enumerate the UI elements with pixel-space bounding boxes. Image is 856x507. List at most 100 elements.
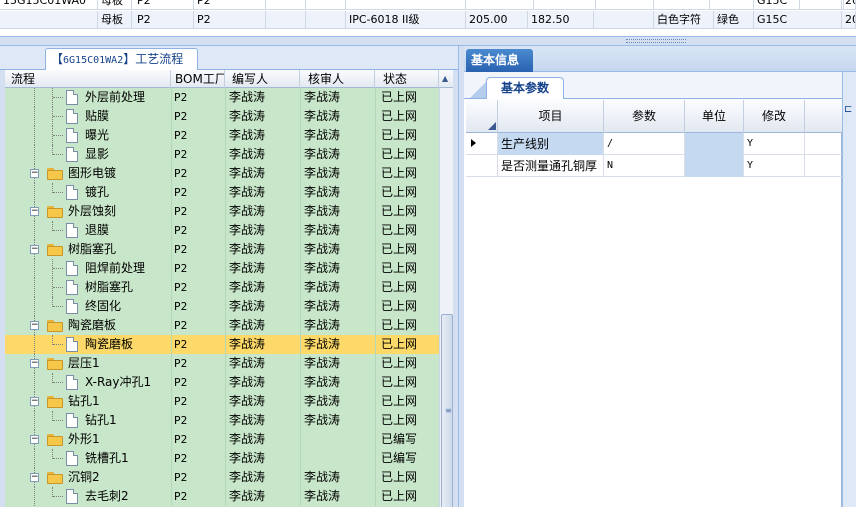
scrollbar-thumb[interactable]: ≡ [441, 314, 453, 507]
writer-cell[interactable]: 李战涛 [225, 487, 300, 506]
top-grid-cell[interactable]: G15C [754, 11, 842, 29]
bom-cell[interactable]: P2 [171, 449, 225, 468]
select-all-icon[interactable] [488, 122, 496, 130]
reviewer-cell[interactable]: 李战涛 [300, 411, 375, 430]
tree-node-cell[interactable]: − 树脂塞孔 [5, 240, 171, 259]
bom-cell[interactable]: P2 [171, 202, 225, 221]
bom-cell[interactable]: P2 [171, 183, 225, 202]
reviewer-cell[interactable] [300, 449, 375, 468]
bom-cell[interactable]: P2 [171, 430, 225, 449]
collapse-toggle-icon[interactable]: − [30, 207, 39, 216]
parameter-row[interactable]: 是否测量通孔铜厚 N Y [466, 155, 842, 177]
bom-cell[interactable]: P2 [171, 164, 225, 183]
column-header-reviewer[interactable]: 核审人 [300, 70, 375, 88]
reviewer-cell[interactable] [300, 430, 375, 449]
bom-cell[interactable]: P2 [171, 240, 225, 259]
parameter-row[interactable]: 生产线别 / Y [466, 133, 842, 155]
tree-row[interactable]: 树脂塞孔 P2 李战涛 李战涛 已上网 [5, 278, 439, 297]
column-header-item[interactable]: 项目 [498, 100, 604, 133]
status-cell[interactable]: 已上网 [375, 88, 439, 107]
status-cell[interactable]: 已上网 [375, 354, 439, 373]
top-grid-cell[interactable] [346, 0, 466, 10]
tree-row[interactable]: − 图形电镀 P2 李战涛 李战涛 已上网 [5, 164, 439, 183]
writer-cell[interactable]: 李战涛 [225, 107, 300, 126]
status-cell[interactable]: 已上网 [375, 335, 439, 354]
tree-node-cell[interactable]: − 外层蚀刻 [5, 202, 171, 221]
top-grid-cell[interactable]: 20 [842, 11, 856, 29]
horizontal-splitter[interactable] [0, 36, 856, 46]
status-cell[interactable]: 已上网 [375, 202, 439, 221]
tree-row[interactable]: 阻焊前处理 P2 李战涛 李战涛 已上网 [5, 259, 439, 278]
column-header-status[interactable]: 状态 [375, 70, 439, 88]
tree-vertical-scrollbar[interactable]: ≡ [439, 88, 453, 507]
tab-process-flow[interactable]: 【6G15C01WA2】工艺流程 [45, 48, 198, 70]
top-grid-cell[interactable] [266, 0, 306, 10]
top-grid-cell[interactable] [596, 0, 654, 10]
bom-cell[interactable]: P2 [171, 221, 225, 240]
reviewer-cell[interactable]: 李战涛 [300, 373, 375, 392]
status-cell[interactable]: 已上网 [375, 145, 439, 164]
bom-cell[interactable]: P2 [171, 373, 225, 392]
reviewer-cell[interactable]: 李战涛 [300, 354, 375, 373]
writer-cell[interactable]: 李战涛 [225, 126, 300, 145]
param-unit-cell[interactable] [685, 133, 744, 155]
row-selector[interactable] [466, 155, 498, 177]
bom-cell[interactable]: P2 [171, 278, 225, 297]
top-grid-cell[interactable] [306, 0, 346, 10]
reviewer-cell[interactable]: 李战涛 [300, 221, 375, 240]
bom-cell[interactable]: P2 [171, 297, 225, 316]
param-item-cell[interactable]: 是否测量通孔铜厚 [498, 155, 604, 177]
tree-row[interactable]: 外层前处理 P2 李战涛 李战涛 已上网 [5, 88, 439, 107]
bom-cell[interactable]: P2 [171, 88, 225, 107]
tab-basic-info[interactable]: 基本信息 [466, 49, 533, 72]
collapse-toggle-icon[interactable]: − [30, 473, 39, 482]
status-cell[interactable]: 已上网 [375, 411, 439, 430]
top-grid-cell[interactable]: 205.00 [466, 11, 528, 29]
collapse-toggle-icon[interactable]: − [30, 359, 39, 368]
tree-row[interactable]: 镀孔 P2 李战涛 李战涛 已上网 [5, 183, 439, 202]
status-cell[interactable]: 已上网 [375, 373, 439, 392]
tree-row[interactable]: − 钻孔1 P2 李战涛 李战涛 已上网 [5, 392, 439, 411]
row-selector[interactable] [466, 133, 498, 155]
tree-row[interactable]: 陶瓷磨板 P2 李战涛 李战涛 已上网 [5, 335, 439, 354]
tree-row[interactable]: − 沉铜2 P2 李战涛 李战涛 已上网 [5, 468, 439, 487]
top-grid-cell[interactable]: 20 [842, 0, 856, 10]
status-cell[interactable]: 已上网 [375, 107, 439, 126]
tree-row[interactable]: 退膜 P2 李战涛 李战涛 已上网 [5, 221, 439, 240]
top-grid-cell[interactable]: 白色字符 [654, 11, 714, 29]
tree-node-cell[interactable]: 贴膜 [5, 107, 171, 126]
reviewer-cell[interactable]: 李战涛 [300, 335, 375, 354]
tree-node-cell[interactable]: 曝光 [5, 126, 171, 145]
param-modify-cell[interactable]: Y [744, 155, 805, 177]
tree-node-cell[interactable]: − 沉铜2 [5, 468, 171, 487]
column-header-modify[interactable]: 修改 [744, 100, 805, 133]
bom-cell[interactable]: P2 [171, 354, 225, 373]
writer-cell[interactable]: 李战涛 [225, 145, 300, 164]
top-grid-cell[interactable] [306, 11, 346, 29]
status-cell[interactable]: 已上网 [375, 316, 439, 335]
tree-node-cell[interactable]: 树脂塞孔 [5, 278, 171, 297]
status-cell[interactable]: 已编写 [375, 449, 439, 468]
tree-node-cell[interactable]: 去毛刺2 [5, 487, 171, 506]
param-item-cell[interactable]: 生产线别 [498, 133, 604, 155]
writer-cell[interactable]: 李战涛 [225, 221, 300, 240]
collapse-toggle-icon[interactable]: − [30, 245, 39, 254]
reviewer-cell[interactable]: 李战涛 [300, 297, 375, 316]
top-grid-cell[interactable] [466, 0, 534, 10]
top-grid-cell[interactable]: 绿色 [714, 11, 754, 29]
tree-row[interactable]: − 陶瓷磨板 P2 李战涛 李战涛 已上网 [5, 316, 439, 335]
writer-cell[interactable]: 李战涛 [225, 88, 300, 107]
reviewer-cell[interactable]: 李战涛 [300, 183, 375, 202]
row-selector-header[interactable] [466, 100, 498, 133]
top-grid-cell[interactable] [534, 0, 596, 10]
top-grid-cell[interactable] [0, 11, 98, 29]
bom-cell[interactable]: P2 [171, 126, 225, 145]
status-cell[interactable]: 已上网 [375, 221, 439, 240]
writer-cell[interactable]: 李战涛 [225, 164, 300, 183]
top-grid-cell[interactable]: P2 [134, 11, 194, 29]
tree-row[interactable]: 曝光 P2 李战涛 李战涛 已上网 [5, 126, 439, 145]
writer-cell[interactable]: 李战涛 [225, 278, 300, 297]
reviewer-cell[interactable]: 李战涛 [300, 392, 375, 411]
bom-cell[interactable]: P2 [171, 487, 225, 506]
header-scroll-up-icon[interactable]: ▲ [439, 70, 453, 88]
